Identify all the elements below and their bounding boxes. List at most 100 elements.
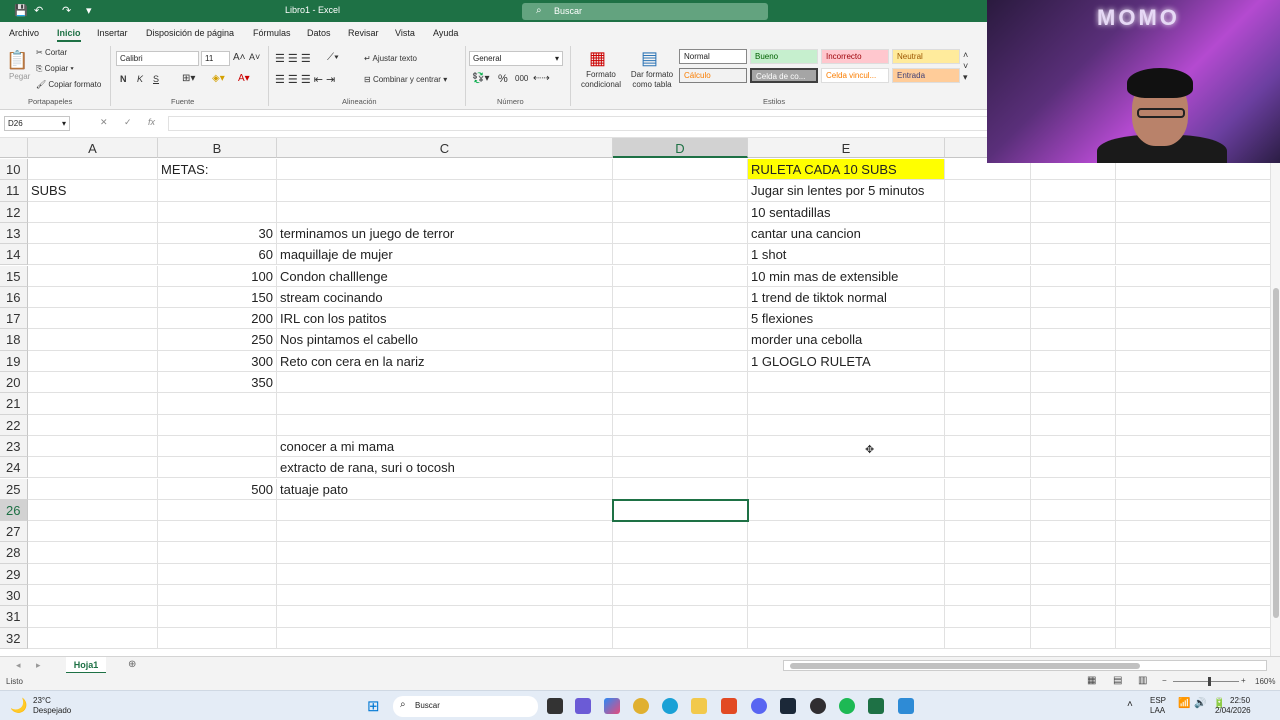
cell-h11[interactable]	[1116, 180, 1270, 202]
row-header[interactable]: 21	[0, 393, 28, 415]
cell-d16[interactable]	[613, 286, 748, 309]
cell-b13[interactable]: 30	[158, 222, 277, 245]
cell-e21[interactable]	[748, 393, 945, 415]
weather-icon[interactable]: 🌙	[10, 697, 27, 714]
cell-a23[interactable]	[28, 435, 158, 458]
cell-d20[interactable]	[613, 372, 748, 394]
style-normal[interactable]: Normal	[679, 49, 747, 64]
clock-time[interactable]: 22:50	[1230, 696, 1250, 705]
format-as-table-icon[interactable]: ▤	[641, 48, 658, 69]
cell-e13[interactable]: cantar una cancion	[748, 222, 945, 245]
cell-f18[interactable]	[945, 329, 1031, 351]
cell-h23[interactable]	[1116, 436, 1270, 458]
style-good[interactable]: Bueno	[750, 49, 818, 64]
edge-icon[interactable]	[662, 698, 678, 714]
cell-d25[interactable]	[613, 478, 748, 500]
cell-f25[interactable]	[945, 478, 1031, 500]
language-code[interactable]: ESP	[1150, 696, 1166, 705]
cell-b17[interactable]: 200	[158, 308, 277, 330]
cell-b14[interactable]: 60	[158, 244, 277, 266]
orientation-icon[interactable]: ⟋▾	[327, 52, 339, 63]
cell-c24[interactable]: extracto de rana, suri o tocosh	[277, 457, 613, 479]
row-header[interactable]: 16	[0, 286, 28, 309]
cell-b18[interactable]: 250	[158, 329, 277, 351]
vertical-scrollbar[interactable]	[1270, 138, 1280, 656]
cell-g13[interactable]	[1031, 222, 1116, 245]
cell-b19[interactable]: 300	[158, 350, 277, 372]
normal-view-icon[interactable]: ▦	[1087, 675, 1096, 686]
cell-g29[interactable]	[1031, 563, 1116, 585]
cell-d19[interactable]	[613, 350, 748, 372]
language-region[interactable]: LAA	[1150, 706, 1165, 715]
number-format-select[interactable]: General ▾	[469, 51, 563, 66]
column-header-a[interactable]: A	[28, 138, 158, 158]
cell-b15[interactable]: 100	[158, 265, 277, 287]
cell-f15[interactable]	[945, 265, 1031, 287]
sheet-tab-hoja1[interactable]: Hoja1	[66, 657, 106, 674]
cell-e17[interactable]: 5 flexiones	[748, 308, 945, 330]
cell-f27[interactable]	[945, 521, 1031, 543]
borders-icon[interactable]: ⊞▾	[182, 73, 195, 84]
cell-a17[interactable]	[28, 308, 158, 330]
cell-a16[interactable]	[28, 286, 158, 309]
row-header[interactable]: 11	[0, 180, 28, 202]
cell-g19[interactable]	[1031, 350, 1116, 372]
cell-f12[interactable]	[945, 201, 1031, 223]
row-header[interactable]: 31	[0, 606, 28, 628]
row-header[interactable]: 17	[0, 308, 28, 330]
cell-b27[interactable]	[158, 521, 277, 543]
cell-a26[interactable]	[28, 499, 158, 522]
cell-d24[interactable]	[613, 457, 748, 479]
cell-e31[interactable]	[748, 606, 945, 628]
column-header-c[interactable]: C	[277, 138, 613, 158]
confirm-icon[interactable]: ✓	[124, 117, 132, 128]
cell-b32[interactable]	[158, 627, 277, 649]
cell-a22[interactable]	[28, 414, 158, 436]
font-size-select[interactable]: 11	[201, 51, 230, 66]
cell-c28[interactable]	[277, 542, 613, 564]
teams-icon[interactable]	[575, 698, 591, 714]
cell-e11[interactable]: Jugar sin lentes por 5 minutos	[748, 180, 945, 202]
redo-icon[interactable]: ↷	[62, 4, 71, 17]
style-calculation[interactable]: Cálculo	[679, 68, 747, 83]
cell-g17[interactable]	[1031, 308, 1116, 330]
cell-h20[interactable]	[1116, 372, 1270, 394]
tab-review[interactable]: Revisar	[348, 28, 379, 38]
cell-g25[interactable]	[1031, 478, 1116, 500]
column-header-b[interactable]: B	[158, 138, 277, 158]
cell-d13[interactable]	[613, 222, 748, 245]
cell-g27[interactable]	[1031, 521, 1116, 543]
cell-c11[interactable]	[277, 180, 613, 202]
excel-icon[interactable]	[868, 698, 884, 714]
copy-button[interactable]: ⎘ Copiar ▾	[36, 64, 74, 74]
cell-a19[interactable]	[28, 350, 158, 372]
cell-c25[interactable]: tatuaje pato	[277, 478, 613, 500]
cell-c14[interactable]: maquillaje de mujer	[277, 244, 613, 266]
cell-d30[interactable]	[613, 585, 748, 607]
cell-d15[interactable]	[613, 265, 748, 287]
cell-d12[interactable]	[613, 201, 748, 223]
cell-f17[interactable]	[945, 308, 1031, 330]
add-sheet-icon[interactable]: ⊕	[128, 659, 136, 670]
row-header[interactable]: 14	[0, 244, 28, 266]
cell-a20[interactable]	[28, 372, 158, 394]
cut-button[interactable]: ✂ Cortar	[36, 48, 67, 57]
cell-b30[interactable]	[158, 585, 277, 607]
cell-f21[interactable]	[945, 393, 1031, 415]
cell-a11[interactable]: SUBS	[28, 180, 158, 202]
cell-a12[interactable]	[28, 201, 158, 223]
font-name-select[interactable]: Calibri	[116, 51, 199, 66]
cell-c23[interactable]: conocer a mi mama	[277, 435, 613, 458]
cell-c22[interactable]	[277, 414, 613, 436]
spreadsheet-grid[interactable]: A B C D E 10 METAS: RULETA CADA 10 SUBS 11 S…	[0, 138, 1270, 656]
file-explorer-icon[interactable]	[691, 698, 707, 714]
cell-c10[interactable]	[277, 159, 613, 181]
cell-a10[interactable]	[28, 159, 158, 181]
steam-icon[interactable]	[780, 698, 796, 714]
wifi-icon[interactable]: 📶	[1178, 698, 1190, 709]
cell-c12[interactable]	[277, 201, 613, 223]
row-header[interactable]: 30	[0, 585, 28, 607]
font-color-icon[interactable]: A▾	[238, 73, 250, 84]
cell-b24[interactable]	[158, 457, 277, 479]
tab-view[interactable]: Vista	[395, 28, 415, 38]
